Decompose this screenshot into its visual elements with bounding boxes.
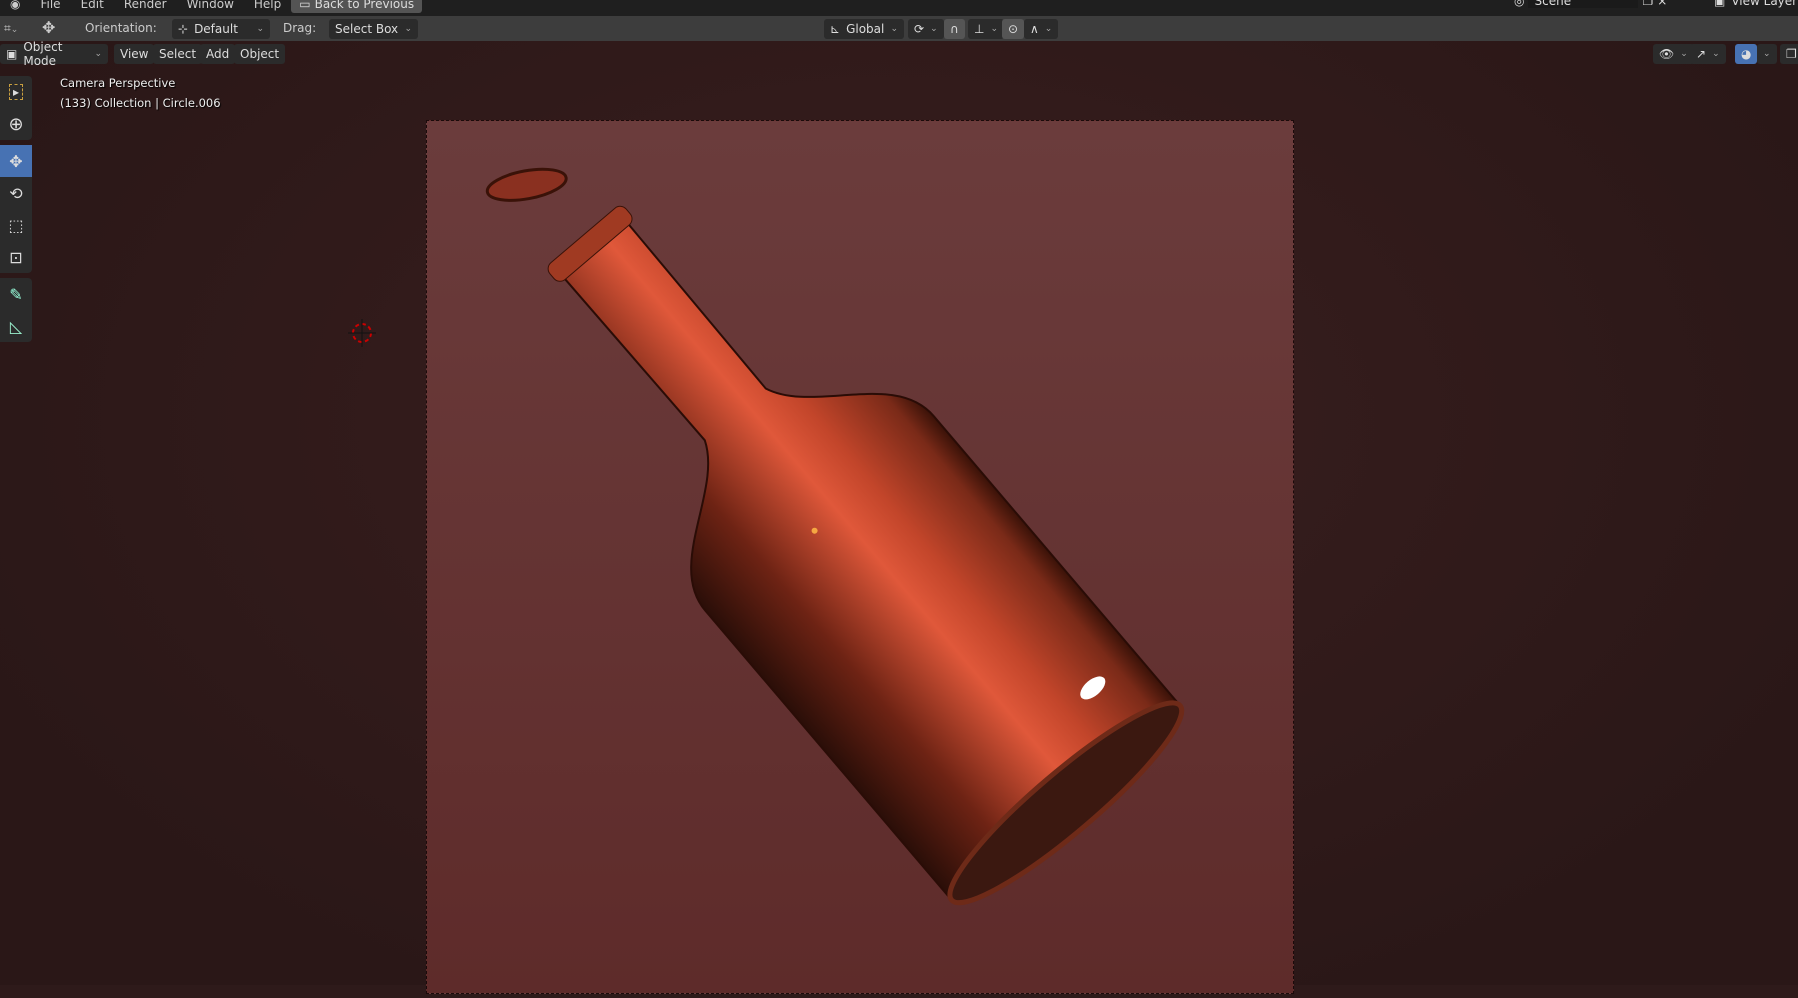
overlays-icon: ◕ — [1741, 47, 1752, 61]
proportional-editing-toggle[interactable]: ⊙ — [1002, 19, 1025, 39]
mode-dropdown[interactable]: ▣ Object Mode ⌄ — [0, 40, 108, 68]
gizmo-dropdown[interactable]: ↗ ⌄ — [1690, 44, 1726, 64]
top-menu-bar: ◉ File Edit Render Window Help ▭ Back to … — [0, 0, 1798, 16]
falloff-dropdown[interactable]: ∧ ⌄ — [1024, 19, 1059, 39]
falloff-curve-icon: ∧ — [1030, 22, 1039, 36]
tool-shelf: ▸ ⊕ ✥ ⟲ ⬚ ⊡ ✎ ◺ — [0, 76, 32, 347]
drag-dropdown[interactable]: Select Box ⌄ — [329, 19, 418, 39]
3d-viewport[interactable] — [0, 41, 1798, 994]
screen-icon: ▭ — [299, 0, 311, 11]
pivot-icon: ⟳ — [914, 22, 925, 36]
scale-icon: ⬚ — [8, 215, 24, 235]
eye-icon: 👁 — [1659, 47, 1675, 61]
measure-tool[interactable]: ◺ — [0, 310, 32, 342]
proportional-icon: ⊙ — [1008, 22, 1019, 36]
scene-selector[interactable]: ◎ Scene ❐ × — [1514, 0, 1667, 8]
pivot-point-dropdown[interactable]: ⟳ ⌄ — [908, 19, 944, 39]
bottle-render — [485, 167, 1185, 906]
object-mode-icon: ▣ — [6, 47, 18, 61]
menu-edit[interactable]: Edit — [71, 0, 114, 12]
gizmo-icon: ↗ — [1696, 47, 1707, 61]
overlays-dropdown[interactable]: ⌄ — [1757, 44, 1777, 64]
snap-toggle[interactable]: ∩ — [944, 19, 965, 39]
orientation-label: Orientation: — [85, 21, 157, 35]
transform-tool[interactable]: ⊡ — [0, 241, 32, 273]
move-icon: ✥ — [9, 151, 23, 171]
menu-view[interactable]: View — [114, 44, 155, 64]
menu-help[interactable]: Help — [244, 0, 291, 12]
orientation-dropdown[interactable]: ⊹ Default ⌄ — [172, 19, 270, 39]
3d-cursor-icon[interactable] — [346, 317, 378, 349]
move-tool-icon: ✥ — [42, 18, 56, 37]
view-name: Camera Perspective — [60, 76, 176, 90]
scene-icon: ◎ — [1514, 0, 1525, 8]
blender-logo-icon[interactable]: ◉ — [0, 0, 30, 12]
orientation-icon: ⊹ — [178, 22, 189, 36]
select-box-tool[interactable]: ▸ — [0, 76, 32, 108]
close-icon[interactable]: × — [1657, 0, 1667, 8]
tool-header: ⌗⌄ ✥ Orientation: ⊹ Default ⌄ Drag: Select… — [0, 16, 1798, 41]
transform-orientation-dropdown[interactable]: ⊾ Global ⌄ — [824, 19, 904, 39]
menu-window[interactable]: Window — [177, 0, 244, 12]
visibility-dropdown[interactable]: 👁 ⌄ — [1653, 44, 1694, 64]
snap-target-dropdown[interactable]: ⊥ ⌄ — [968, 19, 1004, 39]
xray-icon: ❐ — [1786, 47, 1797, 61]
scale-tool[interactable]: ⬚ — [0, 209, 32, 241]
view-layer-selector[interactable]: ▣ View Layer — [1714, 0, 1797, 8]
editor-type-icon[interactable]: ⌗⌄ — [4, 21, 18, 36]
cursor-icon: ⊕ — [8, 113, 24, 135]
select-box-icon: ▸ — [8, 84, 24, 100]
transform-icon: ⊡ — [9, 247, 23, 267]
pencil-icon: ✎ — [9, 284, 23, 304]
drag-label: Drag: — [283, 21, 317, 35]
rotate-tool[interactable]: ⟲ — [0, 177, 32, 209]
back-to-previous-button[interactable]: ▭ Back to Previous — [291, 0, 423, 13]
cursor-tool[interactable]: ⊕ — [0, 108, 32, 140]
menu-object[interactable]: Object — [234, 44, 286, 64]
view-layer-icon: ▣ — [1714, 0, 1726, 8]
move-tool[interactable]: ✥ — [0, 145, 32, 177]
new-scene-icon[interactable]: ❐ — [1642, 0, 1653, 8]
rotate-icon: ⟲ — [9, 183, 23, 203]
magnet-icon: ∩ — [950, 22, 959, 36]
menu-add[interactable]: Add — [200, 44, 236, 64]
snap-increment-icon: ⊥ — [974, 22, 985, 36]
viewport-header: ▣ Object Mode ⌄ View Select Add Object 👁 ⌄ … — [0, 40, 1798, 68]
overlays-toggle[interactable]: ◕ — [1735, 44, 1758, 64]
axes-icon: ⊾ — [830, 22, 841, 36]
menu-file[interactable]: File — [30, 0, 70, 12]
ruler-icon: ◺ — [9, 316, 23, 336]
annotate-tool[interactable]: ✎ — [0, 278, 32, 310]
menu-render[interactable]: Render — [114, 0, 177, 12]
object-info: (133) Collection | Circle.006 — [60, 96, 221, 110]
xray-toggle[interactable]: ❐ — [1780, 44, 1798, 64]
menu-select[interactable]: Select — [153, 44, 203, 64]
camera-frame — [426, 120, 1294, 994]
